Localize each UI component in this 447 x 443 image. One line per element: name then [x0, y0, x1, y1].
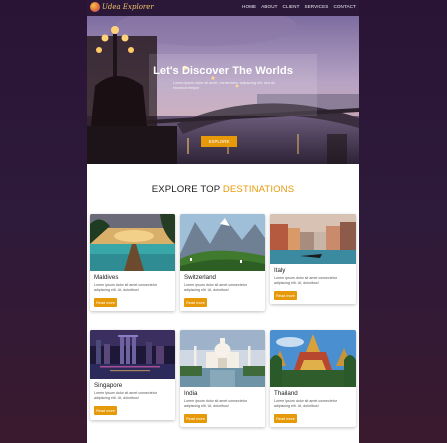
explore-button[interactable]: EXPLORE — [201, 136, 237, 147]
card-title: Singapore — [94, 382, 123, 389]
card-description: Lorem ipsum dolor sit amet consectetur a… — [274, 276, 337, 285]
destination-card-italy[interactable]: Italy Lorem ipsum dolor sit amet consect… — [270, 214, 356, 304]
section-title: EXPLORE TOP DESTINATIONS — [87, 184, 359, 195]
nav-link-client[interactable]: CLIENT — [283, 4, 300, 9]
card-title: Thailand — [274, 390, 298, 397]
read-more-button[interactable]: Read more — [94, 298, 117, 307]
destination-card-thailand[interactable]: Thailand Lorem ipsum dolor sit amet cons… — [270, 330, 356, 427]
nav-menu: HOME ABOUT CLIENT SERVICES CONTACT — [242, 4, 356, 9]
section-title-accent: DESTINATIONS — [222, 184, 295, 195]
logo-text: Udea Explorer — [102, 3, 154, 11]
destination-card-india[interactable]: India Lorem ipsum dolor sit amet consect… — [180, 330, 265, 427]
read-more-button[interactable]: Read more — [184, 298, 207, 307]
nav-link-about[interactable]: ABOUT — [261, 4, 277, 9]
card-description: Lorem ipsum dolor sit amet consectetur a… — [184, 283, 247, 292]
read-more-button[interactable]: Read more — [274, 414, 297, 423]
hero-section: Let's Discover The Worlds Lorem ipsum do… — [87, 16, 359, 164]
card-description: Lorem ipsum dolor sit amet consectetur a… — [94, 391, 157, 400]
navbar: Udea Explorer HOME ABOUT CLIENT SERVICES… — [87, 0, 359, 16]
card-description: Lorem ipsum dolor sit amet consectetur a… — [184, 399, 247, 408]
section-title-main: EXPLORE TOP — [151, 184, 223, 195]
hero-subtitle: Lorem ipsum dolor sit amet, consectetur … — [173, 81, 275, 90]
destination-card-singapore[interactable]: Singapore Lorem ipsum dolor sit amet con… — [90, 330, 175, 420]
city-night-photo — [90, 330, 175, 379]
hero-title: Let's Discover The Worlds — [153, 65, 293, 77]
site-logo[interactable]: Udea Explorer — [90, 2, 154, 12]
destination-card-maldives[interactable]: Maldives Lorem ipsum dolor sit amet cons… — [90, 214, 175, 311]
beach-pier-photo — [90, 214, 175, 271]
read-more-button[interactable]: Read more — [184, 414, 207, 423]
card-title: Switzerland — [184, 274, 216, 281]
taj-mahal-photo — [180, 330, 265, 387]
read-more-button[interactable]: Read more — [274, 291, 297, 300]
globe-icon — [90, 2, 100, 12]
destination-card-switzerland[interactable]: Switzerland Lorem ipsum dolor sit amet c… — [180, 214, 265, 311]
card-description: Lorem ipsum dolor sit amet consectetur a… — [274, 399, 337, 408]
nav-link-contact[interactable]: CONTACT — [333, 4, 356, 9]
nav-link-home[interactable]: HOME — [242, 4, 256, 9]
nav-link-services[interactable]: SERVICES — [304, 4, 328, 9]
venice-canal-photo — [270, 214, 356, 264]
card-title: Maldives — [94, 274, 119, 281]
card-title: Italy — [274, 267, 286, 274]
card-title: India — [184, 390, 198, 397]
mountain-valley-photo — [180, 214, 265, 271]
card-description: Lorem ipsum dolor sit amet consectetur a… — [94, 283, 157, 292]
read-more-button[interactable]: Read more — [94, 406, 117, 415]
page-container: Udea Explorer HOME ABOUT CLIENT SERVICES… — [87, 0, 359, 443]
temple-photo — [270, 330, 356, 387]
